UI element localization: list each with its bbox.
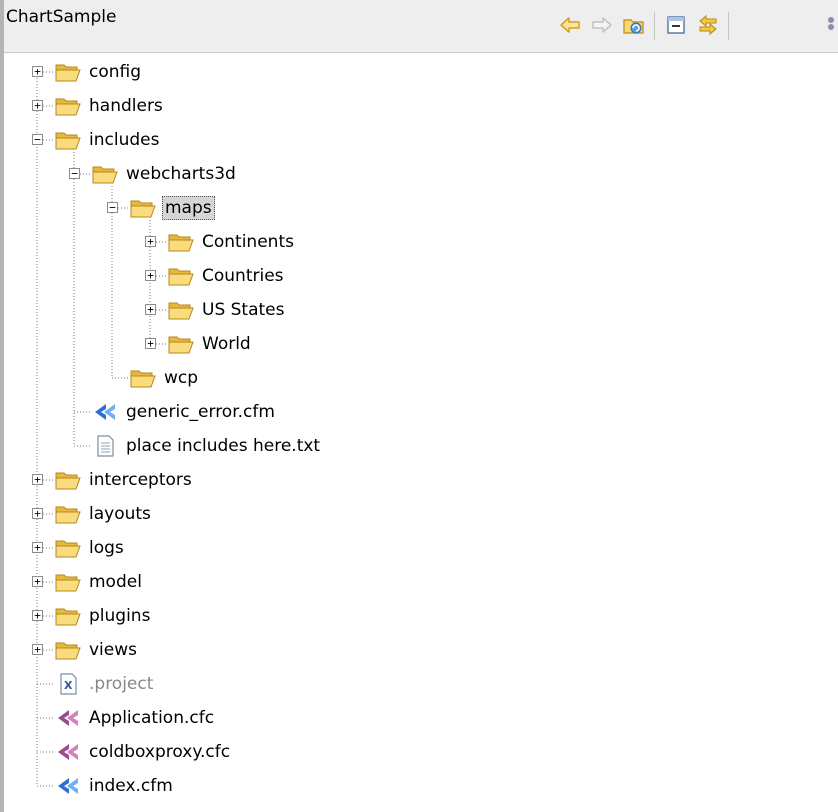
tree-item-application[interactable]: Application.cfc bbox=[55, 701, 216, 735]
folder-icon bbox=[55, 95, 81, 117]
tree-item-model[interactable]: + model bbox=[32, 565, 144, 599]
tree-item-place-includes[interactable]: place includes here.txt bbox=[92, 429, 322, 463]
toolbar-separator bbox=[728, 12, 729, 40]
xml-file-icon: X bbox=[55, 673, 81, 695]
folder-icon bbox=[168, 231, 194, 253]
folder-icon bbox=[55, 639, 81, 661]
folder-icon bbox=[55, 503, 81, 525]
tree-item-label: place includes here.txt bbox=[126, 436, 321, 456]
folder-icon bbox=[55, 129, 81, 151]
text-file-icon bbox=[92, 435, 118, 457]
toolbar-separator bbox=[654, 12, 655, 40]
tree-item-label: views bbox=[89, 640, 138, 660]
tree-item-maps[interactable]: − maps bbox=[107, 191, 215, 225]
folder-icon bbox=[168, 265, 194, 287]
tree-item-label: interceptors bbox=[89, 470, 192, 490]
tree-item-generic-error[interactable]: generic_error.cfm bbox=[92, 395, 277, 429]
tree-item-label: model bbox=[89, 572, 142, 592]
collapse-toggle[interactable]: − bbox=[32, 134, 43, 145]
tree-item-includes[interactable]: − includes bbox=[32, 123, 161, 157]
collapse-toggle[interactable]: − bbox=[69, 168, 80, 179]
expand-toggle[interactable]: + bbox=[32, 610, 43, 621]
expand-toggle[interactable]: + bbox=[32, 542, 43, 553]
expand-toggle[interactable]: + bbox=[32, 508, 43, 519]
tree-item-handlers[interactable]: + handlers bbox=[32, 89, 165, 123]
tree-item-interceptors[interactable]: + interceptors bbox=[32, 463, 194, 497]
tree-item-layouts[interactable]: + layouts bbox=[32, 497, 153, 531]
tree-item-label: handlers bbox=[89, 96, 163, 116]
tree-item-world[interactable]: + World bbox=[145, 327, 253, 361]
tree-item-label: Application.cfc bbox=[89, 708, 215, 728]
tree-item-label: Continents bbox=[202, 232, 294, 252]
tree-item-project[interactable]: X .project bbox=[55, 667, 155, 701]
tree-item-label: webcharts3d bbox=[126, 164, 236, 184]
tree-item-label: .project bbox=[89, 674, 154, 694]
tree-item-config[interactable]: + config bbox=[32, 55, 143, 89]
project-tree: + config + handlers − includes − webcharts3d − ma… bbox=[0, 53, 838, 812]
tree-item-plugins[interactable]: + plugins bbox=[32, 599, 152, 633]
expand-toggle[interactable]: + bbox=[145, 236, 156, 247]
view-title: ChartSample bbox=[6, 7, 117, 27]
tree-item-label: logs bbox=[89, 538, 124, 558]
tree-item-label: includes bbox=[89, 130, 160, 150]
expand-toggle[interactable]: + bbox=[145, 270, 156, 281]
forward-arrow-icon[interactable] bbox=[590, 13, 614, 37]
link-with-editor-icon[interactable] bbox=[696, 13, 720, 37]
expand-toggle[interactable]: + bbox=[32, 100, 43, 111]
back-arrow-icon[interactable] bbox=[558, 13, 582, 37]
tree-item-label: Countries bbox=[202, 266, 284, 286]
tree-item-label: plugins bbox=[89, 606, 151, 626]
tree-item-label: wcp bbox=[164, 368, 199, 388]
expand-toggle[interactable]: + bbox=[32, 474, 43, 485]
folder-icon bbox=[130, 367, 156, 389]
expand-toggle[interactable]: + bbox=[32, 644, 43, 655]
folder-icon bbox=[92, 163, 118, 185]
view-header: ChartSample bbox=[4, 0, 838, 53]
tree-item-index[interactable]: index.cfm bbox=[55, 769, 175, 803]
tree-item-countries[interactable]: + Countries bbox=[145, 259, 286, 293]
tree-item-coldboxproxy[interactable]: coldboxproxy.cfc bbox=[55, 735, 232, 769]
tree-item-label: layouts bbox=[89, 504, 151, 524]
tree-item-us-states[interactable]: + US States bbox=[145, 293, 287, 327]
folder-icon bbox=[55, 571, 81, 593]
expand-toggle[interactable]: + bbox=[145, 338, 156, 349]
refresh-icon[interactable] bbox=[622, 13, 646, 37]
svg-text:X: X bbox=[64, 679, 73, 692]
view-menu-icon[interactable] bbox=[820, 13, 838, 37]
tree-item-wcp[interactable]: wcp bbox=[130, 361, 200, 395]
cfm-file-icon bbox=[92, 401, 118, 423]
folder-icon bbox=[55, 469, 81, 491]
collapse-toggle[interactable]: − bbox=[107, 202, 118, 213]
tree-item-logs[interactable]: + logs bbox=[32, 531, 126, 565]
tree-item-label: World bbox=[202, 334, 251, 354]
tree-item-label: config bbox=[89, 62, 142, 82]
tree-item-label: coldboxproxy.cfc bbox=[89, 742, 231, 762]
tree-item-continents[interactable]: + Continents bbox=[145, 225, 296, 259]
tree-item-webcharts3d[interactable]: − webcharts3d bbox=[69, 157, 238, 191]
expand-toggle[interactable]: + bbox=[32, 66, 43, 77]
cfm-file-icon bbox=[55, 775, 81, 797]
collapse-all-icon[interactable] bbox=[664, 13, 688, 37]
cfc-file-icon bbox=[55, 707, 81, 729]
folder-icon bbox=[168, 333, 194, 355]
tree-item-label: generic_error.cfm bbox=[126, 402, 275, 422]
expand-toggle[interactable]: + bbox=[145, 304, 156, 315]
cfc-file-icon bbox=[55, 741, 81, 763]
folder-icon bbox=[55, 61, 81, 83]
expand-toggle[interactable]: + bbox=[32, 576, 43, 587]
tree-item-label: US States bbox=[202, 300, 285, 320]
tree-item-label: index.cfm bbox=[89, 776, 173, 796]
tree-item-label: maps bbox=[162, 196, 215, 220]
folder-icon bbox=[168, 299, 194, 321]
folder-icon bbox=[55, 537, 81, 559]
tree-item-views[interactable]: + views bbox=[32, 633, 139, 667]
folder-icon bbox=[55, 605, 81, 627]
folder-icon bbox=[130, 197, 156, 219]
